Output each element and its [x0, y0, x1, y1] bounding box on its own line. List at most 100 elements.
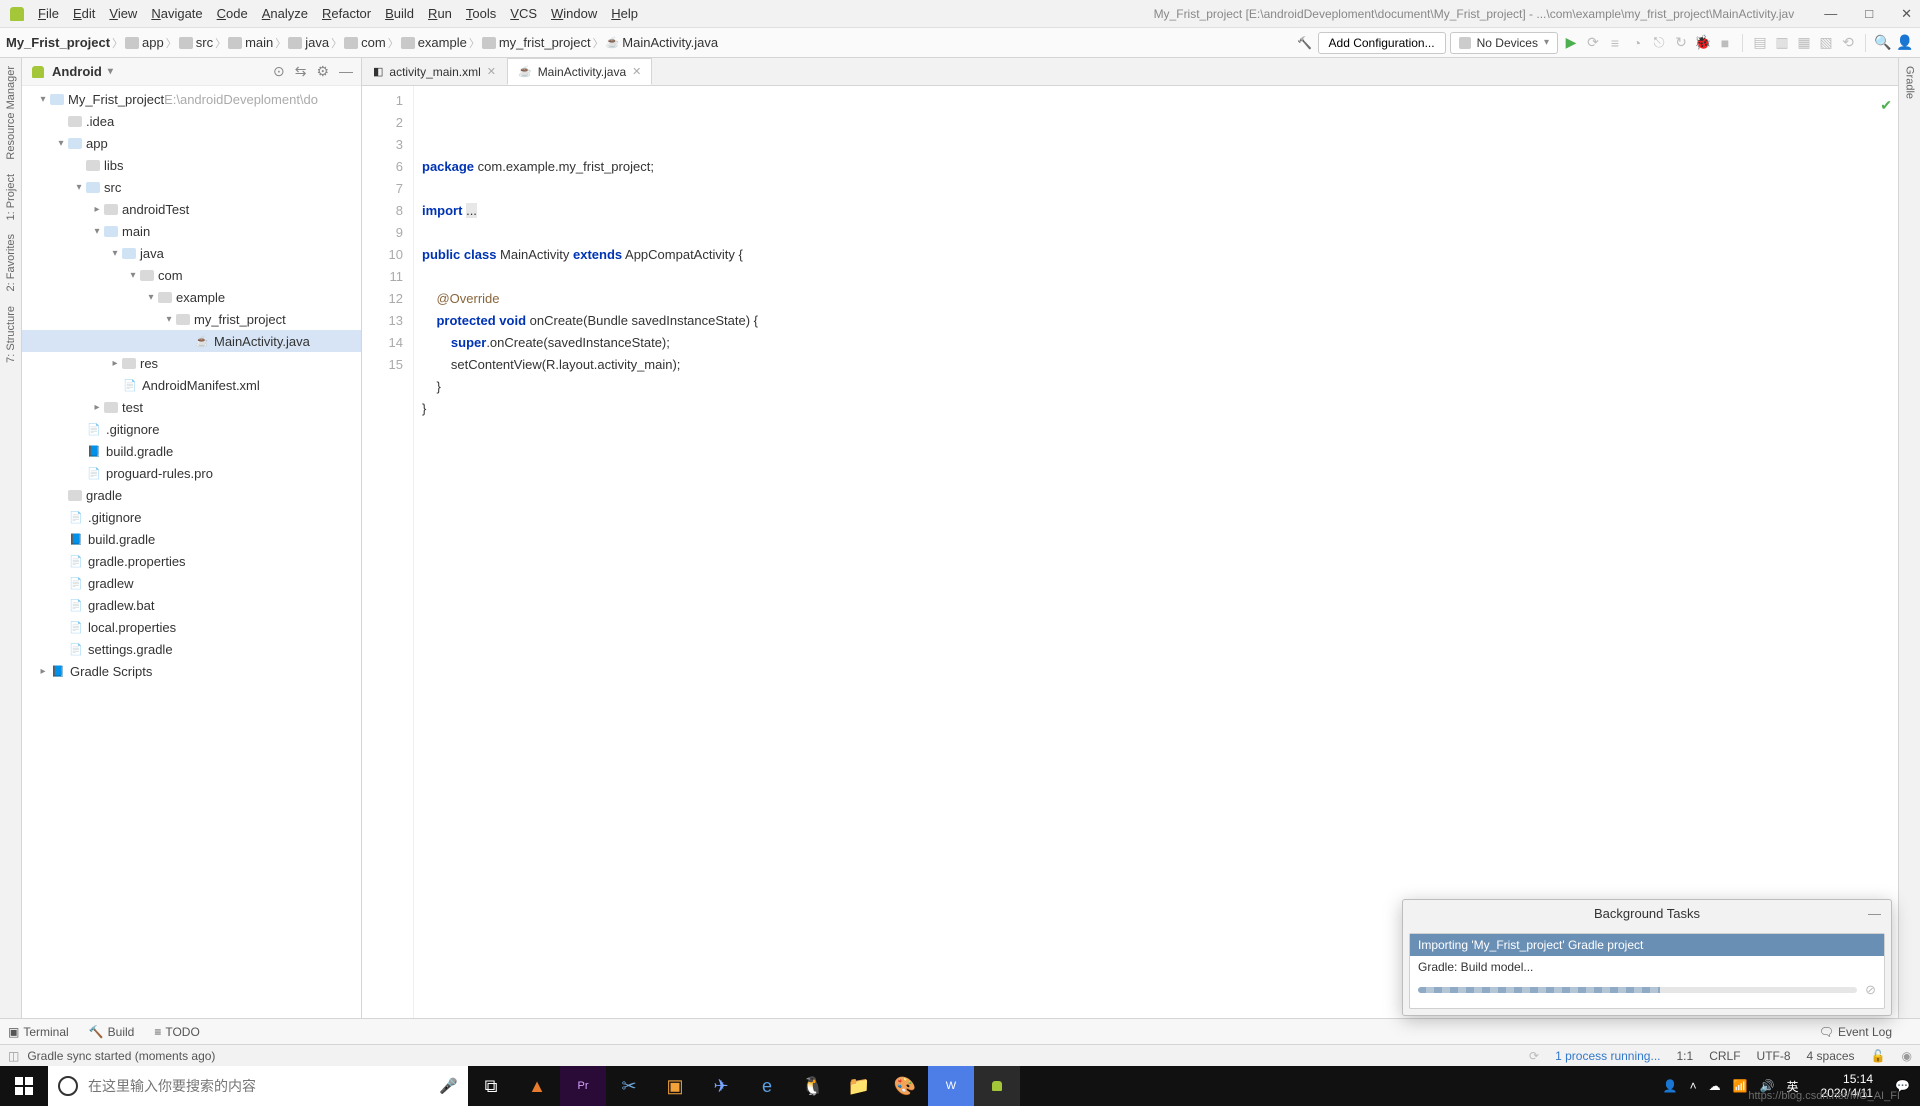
expand-all-icon[interactable]: ⇆ [295, 63, 307, 80]
menu-edit[interactable]: Edit [73, 6, 95, 21]
breadcrumb-src[interactable]: src [179, 35, 213, 50]
tray-onedrive-icon[interactable]: ☁ [1709, 1079, 1721, 1093]
attach-debugger-icon[interactable]: ⎋ [1650, 34, 1668, 52]
menu-file[interactable]: File [38, 6, 59, 21]
tree-my_frist_project[interactable]: ▾my_frist_project [22, 308, 361, 330]
taskbar-app-edge[interactable]: e [744, 1066, 790, 1106]
menu-build[interactable]: Build [385, 6, 414, 21]
window-close-button[interactable]: ✕ [1901, 6, 1912, 22]
breadcrumb-com[interactable]: com [344, 35, 386, 50]
coverage-icon[interactable]: ≡ [1606, 34, 1624, 52]
breadcrumb-mainactivity-java[interactable]: ☕MainActivity.java [606, 35, 719, 50]
tree-androidmanifest-xml[interactable]: 📄AndroidManifest.xml [22, 374, 361, 396]
taskbar-app-lark[interactable]: ✈ [698, 1066, 744, 1106]
breadcrumb-example[interactable]: example [401, 35, 467, 50]
processes-link[interactable]: 1 process running... [1555, 1049, 1660, 1063]
breadcrumb-app[interactable]: app [125, 35, 164, 50]
menu-navigate[interactable]: Navigate [151, 6, 202, 21]
taskbar-app-paint[interactable]: 🎨 [882, 1066, 928, 1106]
editor-tab-activity_main-xml[interactable]: ◧activity_main.xml✕ [362, 58, 507, 85]
menu-vcs[interactable]: VCS [510, 6, 537, 21]
tree--gitignore[interactable]: 📄.gitignore [22, 418, 361, 440]
tray-people-icon[interactable]: 👤 [1663, 1079, 1678, 1093]
menu-window[interactable]: Window [551, 6, 597, 21]
tree-libs[interactable]: libs [22, 154, 361, 176]
line-separator[interactable]: CRLF [1709, 1049, 1740, 1063]
project-tree[interactable]: ▾My_Frist_project E:\androidDeveploment\… [22, 86, 361, 1018]
taskbar-app-vm[interactable]: ▣ [652, 1066, 698, 1106]
terminal-tool-window-button[interactable]: ▣ Terminal [8, 1025, 69, 1039]
sync-project-icon[interactable]: ⟲ [1839, 34, 1857, 52]
indent-setting[interactable]: 4 spaces [1807, 1049, 1855, 1063]
tray-chevron-up-icon[interactable]: ˄ [1690, 1079, 1697, 1093]
build-tool-window-button[interactable]: 🔨 Build [89, 1025, 135, 1039]
show-options-icon[interactable]: ⚙ [316, 63, 329, 80]
tree-gradlew-bat[interactable]: 📄gradlew.bat [22, 594, 361, 616]
tree-gradlew[interactable]: 📄gradlew [22, 572, 361, 594]
tree-main[interactable]: ▾main [22, 220, 361, 242]
tree-local-properties[interactable]: 📄local.properties [22, 616, 361, 638]
search-everywhere-icon[interactable]: 🔍 [1874, 34, 1892, 52]
menu-run[interactable]: Run [428, 6, 452, 21]
tree-example[interactable]: ▾example [22, 286, 361, 308]
breadcrumb-my_frist_project[interactable]: my_frist_project [482, 35, 591, 50]
tree-settings-gradle[interactable]: 📄settings.gradle [22, 638, 361, 660]
layout-inspector-icon[interactable]: ▧ [1817, 34, 1835, 52]
tree-androidtest[interactable]: ▸androidTest [22, 198, 361, 220]
event-log-tool-window-button[interactable]: 🗨 Event Log [1819, 1025, 1892, 1039]
menu-analyze[interactable]: Analyze [262, 6, 308, 21]
tree-java[interactable]: ▾java [22, 242, 361, 264]
tree-proguard-rules-pro[interactable]: 📄proguard-rules.pro [22, 462, 361, 484]
sdk-manager-icon[interactable]: ▥ [1773, 34, 1791, 52]
breadcrumb-my_frist_project[interactable]: My_Frist_project [6, 35, 110, 50]
tray-volume-icon[interactable]: 🔊 [1760, 1079, 1775, 1093]
tree-com[interactable]: ▾com [22, 264, 361, 286]
make-project-icon[interactable] [1296, 34, 1314, 52]
menu-tools[interactable]: Tools [466, 6, 496, 21]
taskbar-app-premiere[interactable]: Pr [560, 1066, 606, 1106]
start-button[interactable] [0, 1066, 48, 1106]
resource-manager-icon[interactable]: ▦ [1795, 34, 1813, 52]
breadcrumb-java[interactable]: java [288, 35, 329, 50]
add-configuration-button[interactable]: Add Configuration... [1318, 32, 1446, 54]
rail-gradle[interactable]: Gradle [1904, 66, 1916, 99]
tray-notifications-icon[interactable]: 💬 [1895, 1079, 1910, 1093]
todo-tool-window-button[interactable]: ≡ TODO [154, 1025, 199, 1039]
taskbar-app-android-studio[interactable] [974, 1066, 1020, 1106]
run-icon[interactable]: ▶ [1562, 34, 1580, 52]
taskbar-app-matlab[interactable]: ▲ [514, 1066, 560, 1106]
close-tab-icon[interactable]: ✕ [632, 65, 641, 78]
menu-view[interactable]: View [109, 6, 137, 21]
avd-manager-icon[interactable]: ▤ [1751, 34, 1769, 52]
close-tab-icon[interactable]: ✕ [487, 65, 496, 78]
taskbar-app-wps[interactable]: W [928, 1066, 974, 1106]
search-input[interactable] [88, 1078, 429, 1094]
tree-build-gradle[interactable]: 📘build.gradle [22, 440, 361, 462]
taskbar-search[interactable]: 🎤 [48, 1066, 468, 1106]
tree-test[interactable]: ▸test [22, 396, 361, 418]
tree-res[interactable]: ▸res [22, 352, 361, 374]
tree-gradle[interactable]: gradle [22, 484, 361, 506]
hide-icon[interactable]: — [339, 63, 353, 80]
stop-icon[interactable]: ■ [1716, 34, 1734, 52]
rail-7-structure[interactable]: 7: Structure [5, 306, 17, 363]
tree-gradle-scripts[interactable]: ▸📘Gradle Scripts [22, 660, 361, 682]
code-editor[interactable]: ✔ package com.example.my_frist_project; … [414, 86, 1898, 1018]
rail-resource-manager[interactable]: Resource Manager [5, 66, 17, 160]
rail-1-project[interactable]: 1: Project [5, 174, 17, 220]
read-only-toggle-icon[interactable]: 🔓 [1871, 1049, 1886, 1063]
project-view-selector[interactable]: Android ▾ [30, 64, 113, 80]
tree--gitignore[interactable]: 📄.gitignore [22, 506, 361, 528]
profiler-icon[interactable]: ◔ [1628, 34, 1646, 52]
debug-icon[interactable]: ⟳ [1584, 34, 1602, 52]
rail-2-favorites[interactable]: 2: Favorites [5, 234, 17, 291]
apply-code-changes-icon[interactable]: 🐞 [1694, 34, 1712, 52]
tree-mainactivity-java[interactable]: ☕MainActivity.java [22, 330, 361, 352]
status-corner-icon[interactable]: ◫ [8, 1049, 19, 1063]
tree--idea[interactable]: .idea [22, 110, 361, 132]
menu-refactor[interactable]: Refactor [322, 6, 371, 21]
window-minimize-button[interactable]: — [1824, 6, 1837, 22]
menu-code[interactable]: Code [217, 6, 248, 21]
cancel-task-icon[interactable]: ⊘ [1865, 982, 1876, 998]
breadcrumb-main[interactable]: main [228, 35, 273, 50]
